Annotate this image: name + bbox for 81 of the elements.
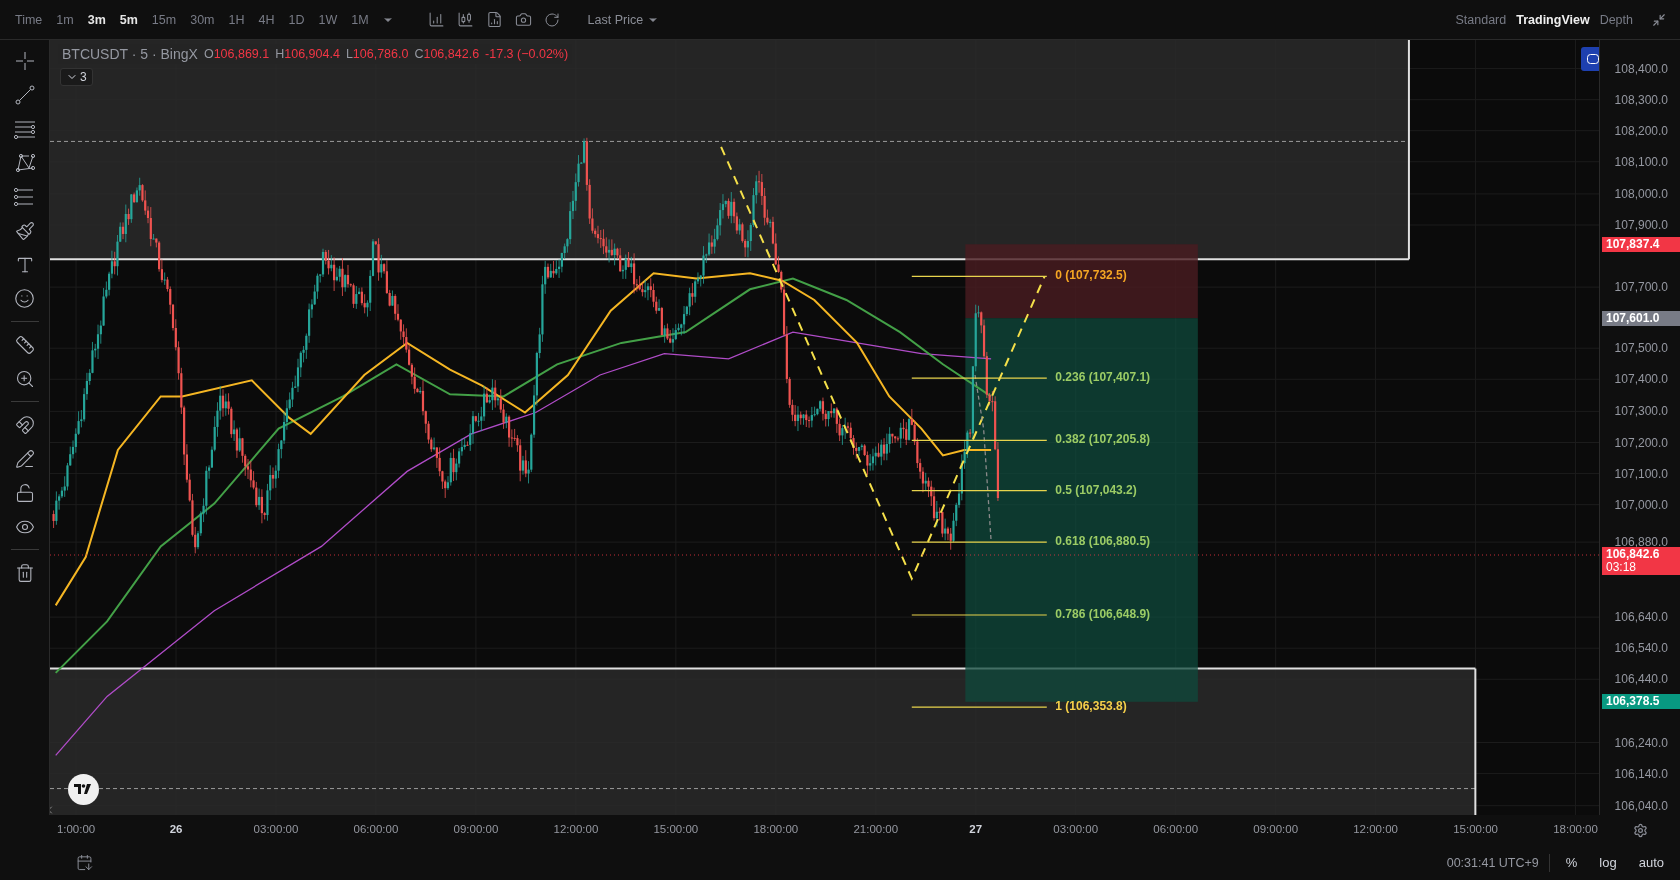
percent-toggle[interactable]: % [1559, 853, 1584, 872]
time-label: 15:00:00 [1453, 823, 1498, 835]
price-label: 108,400.0 [1614, 61, 1668, 76]
interval-tab[interactable]: 15m [146, 8, 182, 31]
clock-text: 00:31:41 UTC+9 [1446, 855, 1539, 870]
fit-icon[interactable] [1581, 47, 1599, 72]
interval-tab[interactable]: 1H [223, 8, 250, 31]
view-mode-tab[interactable]: Depth [1596, 8, 1636, 31]
price-change: -17.3 (−0.02%) [485, 47, 569, 61]
fib-level-label: 1 (106,353.8) [1055, 699, 1127, 714]
interval-tab[interactable]: 30m [185, 8, 220, 31]
price-tag-value: 107,601.0 [1606, 312, 1661, 326]
time-label: 03:00:00 [253, 823, 299, 835]
time-label: 09:00:00 [453, 823, 499, 835]
time-label: 26 [169, 823, 183, 835]
fib-level-line[interactable] [911, 275, 1048, 278]
ohlc-value: L106,786.0 [345, 47, 409, 61]
fib-level-line[interactable] [911, 439, 1048, 441]
time-label: 12:00:00 [553, 823, 599, 835]
price-label: 106,880.0 [1614, 535, 1668, 550]
price-label: 107,400.0 [1614, 372, 1668, 387]
time-label: 06:00:00 [353, 823, 399, 835]
price-label: 106,440.0 [1614, 672, 1668, 687]
time-label: 18:00:00 [753, 823, 799, 835]
price-tag-value: 106,378.5 [1606, 694, 1661, 708]
price-label: 107,700.0 [1614, 280, 1668, 295]
price-label: 106,140.0 [1614, 766, 1668, 781]
fib-level-label: 0.5 (107,043.2) [1055, 482, 1137, 497]
time-label: 12:00:00 [1353, 823, 1398, 835]
ohlc-value: C106,842.6 [414, 47, 480, 61]
price-label: 106,040.0 [1614, 798, 1668, 813]
countdown-text: 03:18 [1606, 560, 1637, 574]
interval-tab[interactable]: 3m [82, 8, 111, 31]
fib-level-label: 0.236 (107,407.1) [1055, 370, 1151, 385]
interval-tab[interactable]: 5m [114, 8, 143, 31]
time-label: 18:00:00 [1553, 823, 1598, 835]
symbol-title: BTCUSDT · 5 · BingX [62, 46, 198, 62]
price-label: 107,100.0 [1614, 466, 1668, 481]
price-label: 108,200.0 [1614, 123, 1668, 138]
view-mode-tab[interactable]: Standard [1452, 8, 1510, 31]
interval-tab[interactable]: 1W [313, 8, 343, 31]
interval-tab[interactable]: 4H [253, 8, 280, 31]
price-tag-value: 107,837.4 [1606, 238, 1661, 252]
short-position-drawing[interactable] [965, 244, 1198, 702]
price-label: 108,000.0 [1614, 186, 1668, 201]
zigzag-pattern-line[interactable] [720, 145, 1046, 582]
interval-tab[interactable]: 1D [283, 8, 310, 31]
time-label: 15:00:00 [653, 823, 699, 835]
ohlc-value: O106,869.1 [203, 47, 270, 61]
price-label: 108,300.0 [1614, 92, 1668, 107]
time-label: 27 [969, 823, 983, 835]
fib-level-label: 0 (107,732.5) [1055, 268, 1127, 283]
fib-level-line[interactable] [911, 490, 1048, 492]
price-label: 106,540.0 [1614, 641, 1668, 656]
interval-tab[interactable]: 1m [51, 8, 79, 31]
price-label: 107,500.0 [1614, 341, 1668, 356]
log-toggle[interactable]: log [1593, 853, 1623, 872]
indicators-toggle[interactable]: 3 [60, 68, 93, 86]
time-label: Time [14, 12, 44, 27]
price-tag-value: 106,842.6 [1606, 547, 1660, 561]
price-label: 107,200.0 [1614, 435, 1668, 450]
projection-line[interactable] [974, 374, 992, 542]
ohlc-value: H106,904.4 [275, 47, 340, 61]
price-label: 108,100.0 [1614, 154, 1668, 169]
price-label: 106,240.0 [1614, 735, 1668, 750]
price-label: 107,900.0 [1614, 218, 1668, 232]
price-label: 107,000.0 [1614, 497, 1668, 512]
fib-level-label: 0.786 (106,648.9) [1055, 607, 1151, 621]
time-label: 06:00:00 [1153, 823, 1199, 835]
view-mode-tab[interactable]: TradingView [1513, 8, 1593, 31]
price-label: 107,300.0 [1614, 404, 1668, 419]
interval-tab[interactable]: 1M [346, 8, 374, 31]
price-source-dropdown[interactable]: Last Price [581, 11, 666, 28]
price-label: 106,640.0 [1614, 610, 1668, 625]
time-label: 03:00:00 [1053, 823, 1099, 835]
auto-toggle[interactable]: auto [1632, 853, 1670, 872]
time-label: 09:00:00 [1253, 823, 1298, 835]
time-label: 1:00:00 [56, 823, 96, 835]
fib-level-label: 0.618 (106,880.5) [1055, 534, 1151, 549]
fib-level-label: 0.382 (107,205.8) [1055, 432, 1151, 447]
time-label: 21:00:00 [853, 823, 899, 835]
